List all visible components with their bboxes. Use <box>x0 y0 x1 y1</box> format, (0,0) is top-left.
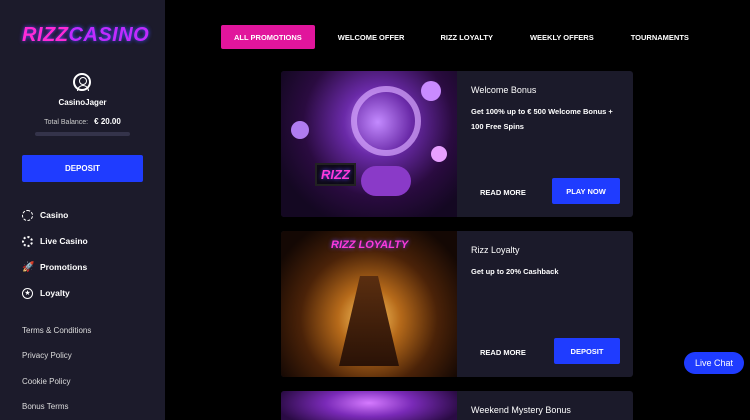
read-more-link[interactable]: READ MORE <box>480 188 526 197</box>
live-chat-button[interactable]: Live Chat <box>684 352 744 374</box>
balance-bar <box>35 132 130 136</box>
sidebar-item-label: Casino <box>40 210 69 220</box>
sidebar-item-label: Live Casino <box>40 236 88 246</box>
link-terms[interactable]: Terms & Conditions <box>22 318 91 343</box>
image-logo: RIZZ LOYALTY <box>331 239 409 251</box>
play-now-button[interactable]: PLAY NOW <box>552 178 620 204</box>
promo-image-loyalty: RIZZ LOYALTY <box>281 231 457 377</box>
live-casino-chip-icon <box>22 235 33 247</box>
tab-rizz-loyalty[interactable]: RIZZ LOYALTY <box>429 25 504 49</box>
footer-links: Terms & Conditions Privacy Policy Cookie… <box>22 318 91 419</box>
brand-logo[interactable]: RIZZCASINO <box>22 24 149 47</box>
promo-title: Rizz Loyalty <box>471 245 520 255</box>
promo-card-loyalty: RIZZ LOYALTY Rizz Loyalty Get up to 20% … <box>281 231 633 377</box>
image-logo: RIZZ <box>315 163 356 186</box>
promo-title: Welcome Bonus <box>471 85 537 95</box>
promo-image-mystery <box>281 391 457 420</box>
sidebar-item-casino[interactable]: Casino <box>22 202 88 228</box>
sidebar-item-label: Promotions <box>40 262 88 272</box>
deposit-button[interactable]: DEPOSIT <box>554 338 620 364</box>
read-more-link[interactable]: READ MORE <box>480 348 526 357</box>
promo-title: Weekend Mystery Bonus <box>471 405 571 415</box>
promo-card-mystery: Weekend Mystery Bonus <box>281 391 633 420</box>
balance-value: € 20.00 <box>94 117 121 126</box>
chip-graphic <box>291 121 309 139</box>
promo-description: Get up to 20% Cashback <box>471 267 559 276</box>
promo-image-welcome: RIZZ <box>281 71 457 217</box>
username: CasinoJager <box>58 98 107 107</box>
tab-welcome-offer[interactable]: WELCOME OFFER <box>327 25 416 49</box>
promo-card-welcome: RIZZ Welcome Bonus Get 100% up to € 500 … <box>281 71 633 217</box>
sidebar-deposit-button[interactable]: DEPOSIT <box>22 155 143 182</box>
chip-graphic <box>421 81 441 101</box>
star-icon: ★ <box>22 287 33 299</box>
tab-all-promotions[interactable]: ALL PROMOTIONS <box>221 25 315 49</box>
sidebar-item-promotions[interactable]: 🚀 Promotions <box>22 254 88 280</box>
link-privacy[interactable]: Privacy Policy <box>22 343 91 368</box>
slot-reel-graphic <box>351 86 421 156</box>
sidebar: RIZZCASINO CasinoJager Total Balance: € 2… <box>0 0 165 420</box>
tab-tournaments[interactable]: TOURNAMENTS <box>620 25 700 49</box>
sidebar-item-label: Loyalty <box>40 288 70 298</box>
user-avatar-icon[interactable] <box>73 73 91 91</box>
promo-tabs: ALL PROMOTIONS WELCOME OFFER RIZZ LOYALT… <box>221 25 700 49</box>
link-bonus-terms[interactable]: Bonus Terms <box>22 394 91 419</box>
promo-description: Get 100% up to € 500 Welcome Bonus + 100… <box>471 107 613 131</box>
sidebar-nav: Casino Live Casino 🚀 Promotions ★ Loyalt… <box>22 202 88 306</box>
casino-chip-icon <box>22 209 33 221</box>
slot-lever-graphic <box>361 166 411 196</box>
balance-label: Total Balance: <box>44 119 89 126</box>
tab-weekly-offers[interactable]: WEEKLY OFFERS <box>519 25 605 49</box>
sidebar-item-loyalty[interactable]: ★ Loyalty <box>22 280 88 306</box>
chip-graphic <box>431 146 447 162</box>
balance: Total Balance: € 20.00 <box>0 117 165 126</box>
rocket-icon: 🚀 <box>22 261 35 273</box>
sidebar-item-live-casino[interactable]: Live Casino <box>22 228 88 254</box>
staircase-graphic <box>339 276 399 366</box>
link-cookie[interactable]: Cookie Policy <box>22 369 91 394</box>
